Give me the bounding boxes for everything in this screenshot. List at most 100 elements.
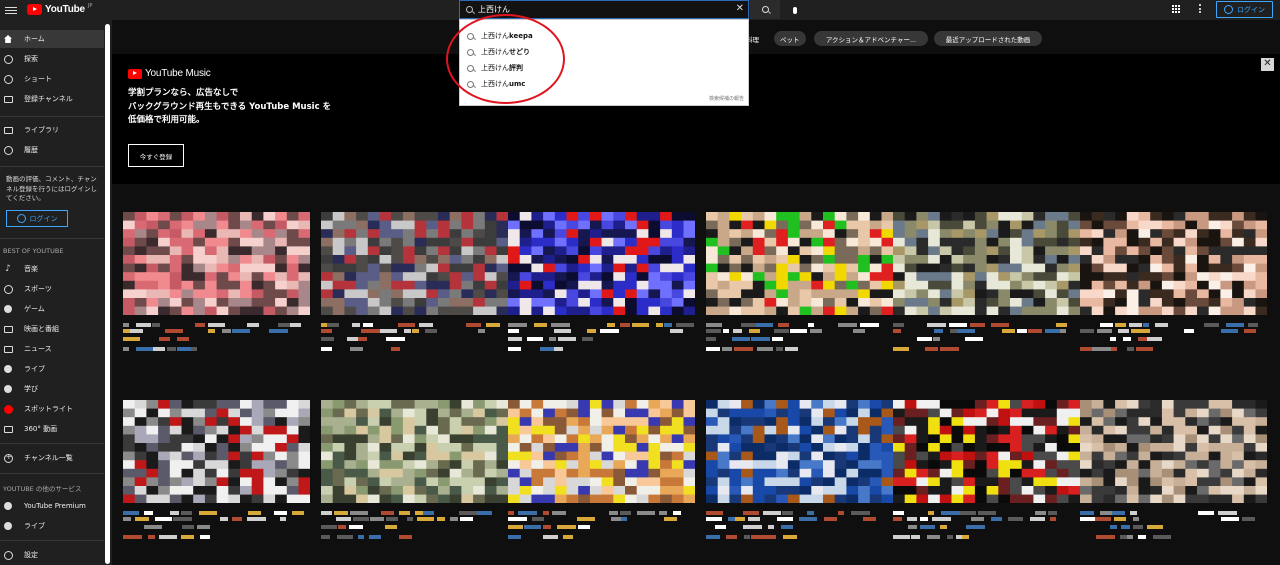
clear-icon[interactable]: ✕: [736, 3, 744, 14]
sidebar-item-label: 360° 動画: [24, 425, 58, 433]
search-button[interactable]: [750, 0, 780, 19]
video-thumbnail[interactable]: [508, 212, 695, 315]
sidebar-item-home[interactable]: ホーム: [0, 30, 104, 48]
sidebar-item-library[interactable]: ライブラリ: [0, 121, 104, 139]
sidebar-item-learning[interactable]: 学び: [0, 380, 104, 398]
sidebar-item-label: ショート: [24, 75, 52, 83]
sidebar-item-channels[interactable]: チャンネル一覧: [0, 449, 104, 467]
youtube-logo[interactable]: YouTube JP: [27, 3, 92, 15]
sidebar-item-label: ニュース: [24, 345, 52, 353]
divider: [0, 116, 104, 117]
banner-line-3: 低価格で利用可能。: [128, 115, 205, 125]
suggestion-suffix: keepa: [509, 32, 533, 40]
subscribe-now-button[interactable]: 今すぐ登録: [128, 144, 184, 167]
library-icon: [3, 125, 13, 135]
sidebar-item-label: 映画と番組: [24, 325, 59, 333]
sidebar-item-label: チャンネル一覧: [24, 454, 73, 462]
top-bar: YouTube JP ✕ ログイン: [0, 0, 1280, 20]
banner-line-1: 学割プランなら、広告なしで: [128, 88, 239, 98]
youtube-music-logo: YouTube Music: [128, 68, 211, 79]
best-of-heading: BEST OF YOUTUBE: [3, 247, 64, 255]
movies-icon: [3, 324, 13, 334]
sidebar-item-label: 履歴: [24, 146, 38, 154]
login-label: ログイン: [29, 214, 58, 223]
sidebar-item-music[interactable]: ♪ 音楽: [0, 260, 104, 278]
suggestion-item[interactable]: 上西けん せどり: [460, 44, 750, 60]
add-circle-icon: [3, 452, 13, 463]
youtube-logo-icon: [27, 4, 42, 15]
search-box[interactable]: ✕: [459, 0, 749, 19]
premium-icon: [3, 501, 13, 511]
account-icon: [16, 214, 26, 223]
sidebar-item-sports[interactable]: スポーツ: [0, 280, 104, 298]
video-thumbnail[interactable]: [706, 400, 893, 503]
sidebar-item-label: 学び: [24, 385, 38, 393]
music-icon: ♪: [5, 264, 11, 274]
sidebar-item-live-2[interactable]: ライブ: [0, 517, 104, 535]
video-thumbnail[interactable]: [321, 400, 508, 503]
sidebar-item-live[interactable]: ライブ: [0, 360, 104, 378]
suggestion-prefix: 上西けん: [481, 32, 509, 40]
sidebar-item-movies[interactable]: 映画と番組: [0, 320, 104, 338]
divider: [0, 540, 104, 541]
apps-icon[interactable]: [1172, 5, 1180, 13]
sidebar-item-gaming[interactable]: ゲーム: [0, 300, 104, 318]
suggestion-item[interactable]: 上西けん umc: [460, 76, 750, 92]
video-thumbnail[interactable]: [123, 212, 310, 315]
sidebar-item-spotlight[interactable]: スポットライト: [0, 400, 104, 418]
divider: [0, 238, 104, 239]
sidebar-item-label: 登録チャンネル: [24, 95, 73, 103]
sidebar-item-360[interactable]: 360° 動画: [0, 420, 104, 438]
video-thumbnail[interactable]: [1080, 400, 1267, 503]
gear-icon: [3, 550, 13, 560]
video-thumbnail[interactable]: [508, 400, 695, 503]
sidebar-item-label: ライブ: [24, 365, 45, 373]
chip-recently-uploaded[interactable]: 最近アップロードされた動画: [934, 31, 1042, 46]
divider: [0, 166, 104, 167]
suggestion-prefix: 上西けん: [481, 64, 509, 72]
sidebar-item-premium[interactable]: YouTube Premium: [0, 497, 104, 515]
banner-copy: 学割プランなら、広告なしで バックグラウンド再生もできる YouTube Mus…: [128, 87, 388, 128]
search-icon: [761, 6, 769, 13]
sidebar-item-settings[interactable]: 設定: [0, 546, 104, 564]
sidebar-item-label: スポーツ: [24, 285, 52, 293]
divider: [0, 473, 104, 474]
live-icon: [3, 521, 13, 531]
suggestion-item[interactable]: 上西けん 評判: [460, 60, 750, 76]
close-icon[interactable]: ✕: [1261, 58, 1274, 71]
more-vert-icon[interactable]: [1199, 4, 1201, 13]
sidebar-item-explore[interactable]: 探索: [0, 50, 104, 68]
sidebar-item-history[interactable]: 履歴: [0, 141, 104, 159]
video-thumbnail[interactable]: [706, 212, 893, 315]
sidebar-item-label: 設定: [24, 551, 38, 559]
sidebar-login-button[interactable]: ログイン: [6, 210, 68, 227]
login-prompt: 動画の評価、コメント、チャンネル登録を行うにはログインしてください。: [6, 175, 97, 202]
chip-pets[interactable]: ペット: [774, 31, 806, 46]
youtube-music-icon: [128, 68, 142, 79]
sidebar-item-subscriptions[interactable]: 登録チャンネル: [0, 90, 104, 108]
mic-icon[interactable]: [787, 2, 803, 18]
sidebar-item-label: 探索: [24, 55, 38, 63]
logo-text: YouTube: [45, 4, 85, 15]
search-input[interactable]: [478, 5, 718, 14]
report-suggestions-link[interactable]: 検索候補の報告: [709, 95, 744, 102]
search-icon: [467, 32, 474, 40]
banner-brand: YouTube Music: [145, 68, 211, 79]
suggestion-suffix: せどり: [509, 48, 530, 56]
search-suggestions: 上西けん keepa 上西けん せどり 上西けん 評判 上西けん umc 検索候…: [459, 19, 749, 106]
sidebar-scrollbar[interactable]: [105, 24, 110, 564]
video-thumbnail[interactable]: [123, 400, 310, 503]
video-thumbnail[interactable]: [1080, 212, 1267, 315]
sidebar-item-shorts[interactable]: ショート: [0, 70, 104, 88]
shorts-icon: [3, 74, 13, 84]
sidebar-item-news[interactable]: ニュース: [0, 340, 104, 358]
chip-action-adventure[interactable]: アクション＆アドベンチャー...: [814, 31, 928, 46]
login-button[interactable]: ログイン: [1216, 1, 1273, 18]
menu-icon[interactable]: [5, 6, 17, 14]
video-thumbnail[interactable]: [893, 400, 1080, 503]
video-thumbnail[interactable]: [893, 212, 1080, 315]
video-thumbnail[interactable]: [321, 212, 508, 315]
home-icon: [3, 34, 13, 44]
more-services-heading: YOUTUBE の他のサービス: [3, 485, 82, 493]
suggestion-item[interactable]: 上西けん keepa: [460, 28, 750, 44]
